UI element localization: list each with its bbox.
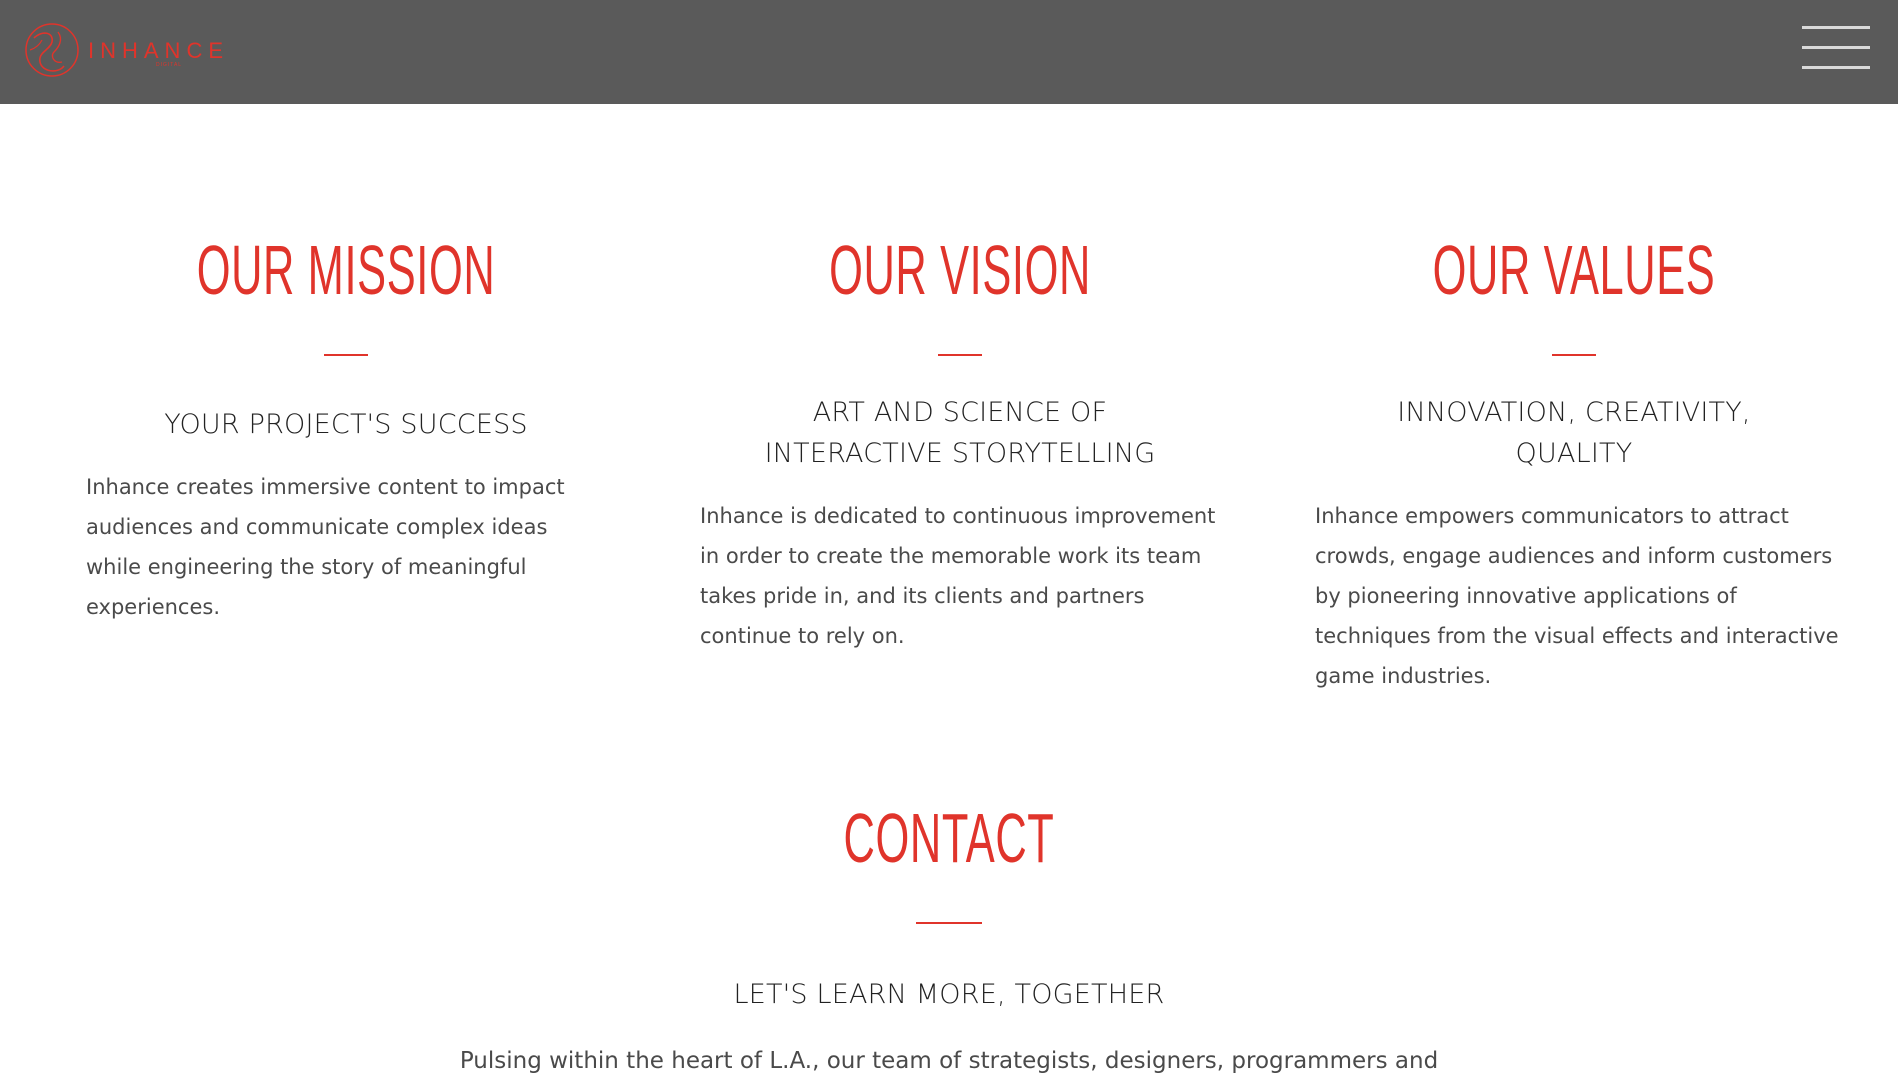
- hamburger-menu-icon: [1802, 26, 1870, 29]
- mission-section: OUR MISSION YOUR PROJECT'S SUCCESS Inhan…: [76, 230, 616, 627]
- contact-heading: CONTACT: [843, 799, 1055, 877]
- mission-subheading: YOUR PROJECT'S SUCCESS: [164, 409, 528, 440]
- vision-subheading-line2: INTERACTIVE STORYTELLING: [764, 438, 1156, 469]
- values-section: OUR VALUES INNOVATION, CREATIVITY, QUALI…: [1304, 230, 1844, 696]
- inhance-logo[interactable]: INHANCE DIGITAL: [24, 20, 223, 80]
- values-subheading: INNOVATION, CREATIVITY, QUALITY: [1304, 392, 1844, 474]
- logo-subtext: DIGITAL: [156, 62, 183, 68]
- logo-text: INHANCE: [88, 38, 230, 63]
- values-subheading-line1: INNOVATION, CREATIVITY,: [1397, 397, 1751, 428]
- hamburger-menu-button[interactable]: [1802, 24, 1870, 70]
- values-subheading-line2: QUALITY: [1515, 438, 1633, 469]
- vision-divider: [938, 354, 982, 356]
- inhance-logo-icon: [25, 23, 79, 77]
- vision-subheading: ART AND SCIENCE OF INTERACTIVE STORYTELL…: [690, 392, 1230, 474]
- vision-body: Inhance is dedicated to continuous impro…: [700, 504, 1216, 648]
- mission-body: Inhance creates immersive content to imp…: [86, 475, 565, 619]
- contact-subheading: LET'S LEARN MORE, TOGETHER: [733, 979, 1165, 1010]
- mission-divider: [324, 354, 368, 356]
- contact-section: CONTACT LET'S LEARN MORE, TOGETHER Pulsi…: [0, 798, 1898, 1081]
- contact-body: Pulsing within the heart of L.A., our te…: [459, 1048, 1439, 1074]
- contact-divider: [916, 922, 982, 924]
- hamburger-line-2: [1802, 46, 1870, 49]
- vision-section: OUR VISION ART AND SCIENCE OF INTERACTIV…: [690, 230, 1230, 656]
- mission-heading: OUR MISSION: [196, 231, 496, 309]
- top-navbar: INHANCE DIGITAL: [0, 0, 1898, 104]
- hamburger-line-3: [1802, 66, 1870, 69]
- values-divider: [1552, 354, 1596, 356]
- values-heading: OUR VALUES: [1432, 231, 1716, 309]
- values-body: Inhance empowers communicators to attrac…: [1315, 504, 1839, 688]
- vision-subheading-line1: ART AND SCIENCE OF: [812, 397, 1108, 428]
- vision-heading: OUR VISION: [829, 231, 1091, 309]
